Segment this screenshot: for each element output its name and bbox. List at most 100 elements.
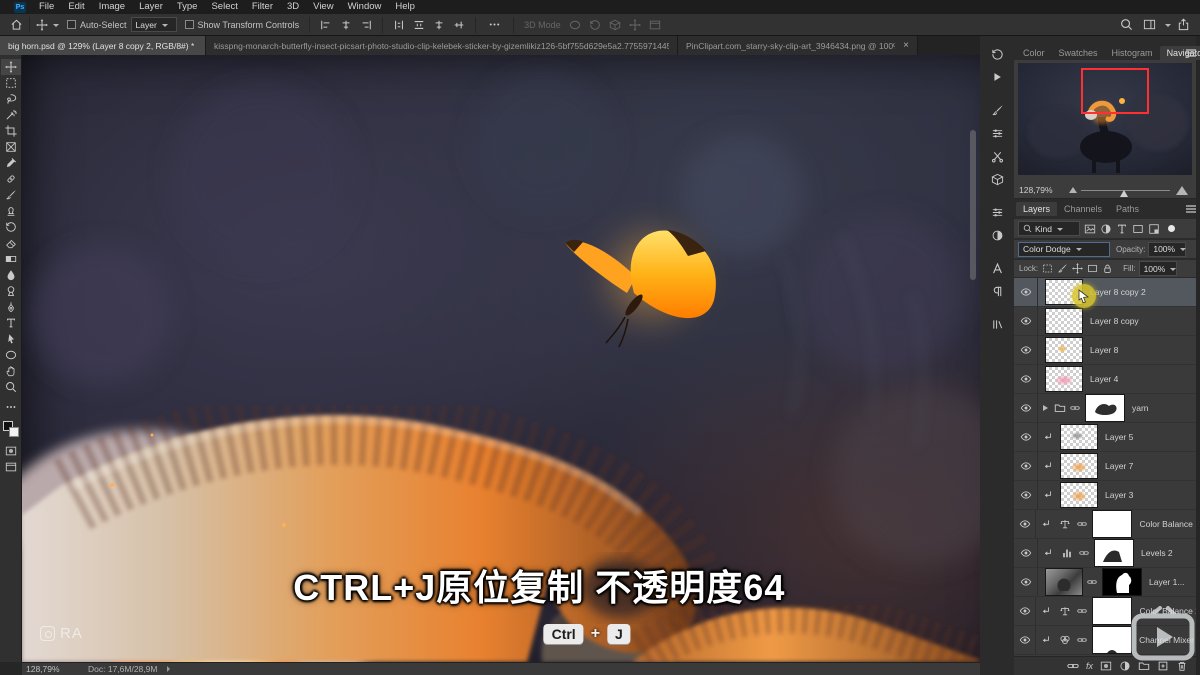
menu-item-type[interactable]: Type	[170, 0, 205, 14]
document-tab[interactable]: PinClipart.com_starry-sky-clip-art_39464…	[678, 36, 918, 55]
pen-tool[interactable]	[1, 299, 21, 315]
filter-type-layers-icon[interactable]	[1116, 223, 1128, 235]
filter-pixel-layers-icon[interactable]	[1084, 223, 1096, 235]
panel-menu-icon[interactable]	[1184, 202, 1198, 216]
clone-stamp-tool[interactable]	[1, 203, 21, 219]
actions-panel-icon[interactable]	[985, 67, 1009, 87]
status-expand-icon[interactable]	[167, 666, 173, 672]
tab-histogram[interactable]: Histogram	[1105, 46, 1160, 60]
layer-row-selected[interactable]: Layer 8 copy 2	[1014, 278, 1196, 307]
canvas-scrollbar[interactable]	[970, 130, 976, 280]
levels-icon[interactable]	[1059, 546, 1075, 560]
healing-brush-tool[interactable]	[1, 171, 21, 187]
lock-pixels-icon[interactable]	[1057, 263, 1068, 274]
layer-thumbnail[interactable]	[1045, 366, 1083, 392]
layer-name[interactable]: Layer 1...	[1149, 577, 1184, 587]
move-tool-options-icon[interactable]	[36, 19, 48, 31]
tab-layers[interactable]: Layers	[1016, 202, 1057, 216]
auto-select-checkbox[interactable]	[67, 20, 76, 29]
show-transform-label[interactable]: Show Transform Controls	[198, 20, 300, 30]
marquee-tool[interactable]	[1, 75, 21, 91]
layer-name[interactable]: Layer 7	[1105, 461, 1133, 471]
dodge-tool[interactable]	[1, 283, 21, 299]
background-color-swatch[interactable]	[9, 427, 19, 437]
adjustment-layer-row[interactable]: Levels 2	[1014, 539, 1196, 568]
menu-item-view[interactable]: View	[306, 0, 340, 14]
close-tab-icon[interactable]: ×	[903, 40, 909, 51]
menu-item-edit[interactable]: Edit	[61, 0, 91, 14]
layer-row[interactable]: Layer 3	[1014, 481, 1196, 510]
color-balance-icon[interactable]	[1057, 604, 1073, 618]
share-icon[interactable]	[1177, 18, 1190, 31]
lasso-tool[interactable]	[1, 91, 21, 107]
zoom-tool[interactable]	[1, 379, 21, 395]
navigator-zoom-slider[interactable]	[1081, 190, 1170, 191]
lock-artboard-icon[interactable]	[1087, 263, 1098, 274]
panel-menu-icon[interactable]	[1184, 46, 1198, 60]
hand-tool[interactable]	[1, 363, 21, 379]
document-size-info[interactable]: Doc: 17,6M/28,9M	[88, 664, 157, 674]
navigator-preview[interactable]	[1018, 63, 1192, 175]
filter-smart-objects-icon[interactable]	[1148, 223, 1160, 235]
menu-item-help[interactable]: Help	[388, 0, 422, 14]
tab-channels[interactable]: Channels	[1057, 202, 1109, 216]
visibility-toggle[interactable]	[1014, 423, 1038, 451]
layer-name[interactable]: Layer 8	[1090, 345, 1118, 355]
adjustments-panel-icon[interactable]	[985, 225, 1009, 245]
menu-item-layer[interactable]: Layer	[132, 0, 170, 14]
character-panel-icon[interactable]	[985, 258, 1009, 278]
gradient-tool[interactable]	[1, 251, 21, 267]
distribute-spacing-icon[interactable]	[433, 19, 445, 31]
fill-dropdown[interactable]: 100%	[1139, 261, 1177, 276]
edit-toolbar-icon[interactable]	[1, 399, 21, 415]
menu-item-filter[interactable]: Filter	[245, 0, 280, 14]
zoom-out-mountain-icon[interactable]	[1069, 183, 1077, 193]
3d-panel-icon[interactable]	[985, 169, 1009, 189]
home-icon[interactable]	[10, 18, 23, 31]
align-left-icon[interactable]	[320, 19, 332, 31]
add-mask-icon[interactable]	[1100, 660, 1112, 672]
layer-row[interactable]: Layer 8 copy	[1014, 307, 1196, 336]
link-layers-icon[interactable]	[1067, 660, 1079, 672]
opacity-dropdown[interactable]: 100%	[1148, 242, 1186, 257]
layer-name[interactable]: Layer 4	[1090, 374, 1118, 384]
layer-row[interactable]: Layer 7	[1014, 452, 1196, 481]
visibility-toggle[interactable]	[1014, 568, 1038, 596]
slider-thumb[interactable]	[1120, 186, 1128, 197]
clone-source-panel-icon[interactable]	[985, 146, 1009, 166]
show-transform-checkbox[interactable]	[185, 20, 194, 29]
menu-item-window[interactable]: Window	[341, 0, 389, 14]
visibility-toggle[interactable]	[1014, 481, 1038, 509]
layer-mask-thumbnail[interactable]	[1094, 539, 1134, 567]
status-zoom-field[interactable]: 128,79%	[26, 664, 76, 674]
visibility-toggle[interactable]	[1014, 539, 1038, 567]
layer-mask-thumbnail[interactable]	[1092, 626, 1132, 654]
dock-scrollbar[interactable]	[1196, 36, 1200, 675]
group-mask-thumbnail[interactable]	[1085, 394, 1125, 422]
layer-thumbnail[interactable]	[1045, 568, 1083, 596]
frame-tool[interactable]	[1, 139, 21, 155]
navigator-zoom-field[interactable]: 128,79%	[1019, 185, 1065, 195]
layer-thumbnail[interactable]	[1060, 482, 1098, 508]
brush-settings-panel-icon[interactable]	[985, 100, 1009, 120]
tab-color[interactable]: Color	[1016, 46, 1052, 60]
layer-mask-thumbnail[interactable]	[1102, 568, 1142, 596]
menu-item-file[interactable]: File	[32, 0, 61, 14]
visibility-toggle[interactable]	[1014, 307, 1038, 335]
visibility-toggle[interactable]	[1014, 452, 1038, 480]
visibility-toggle[interactable]	[1014, 394, 1038, 422]
lock-position-icon[interactable]	[1072, 263, 1083, 274]
layer-name[interactable]: Layer 8 copy	[1090, 316, 1139, 326]
history-brush-tool[interactable]	[1, 219, 21, 235]
workspace-switcher-icon[interactable]	[1143, 18, 1156, 31]
history-panel-icon[interactable]	[985, 44, 1009, 64]
layer-mask-thumbnail[interactable]	[1092, 510, 1132, 538]
visibility-toggle[interactable]	[1014, 597, 1036, 625]
more-options-icon[interactable]	[488, 18, 501, 31]
menu-item-image[interactable]: Image	[92, 0, 132, 14]
path-selection-tool[interactable]	[1, 331, 21, 347]
layer-style-icon[interactable]: fx	[1086, 661, 1093, 671]
document-tab-active[interactable]: big horn.psd @ 129% (Layer 8 copy 2, RGB…	[0, 36, 206, 55]
layer-name[interactable]: yarn	[1132, 403, 1149, 413]
layer-row[interactable]: Layer 4	[1014, 365, 1196, 394]
